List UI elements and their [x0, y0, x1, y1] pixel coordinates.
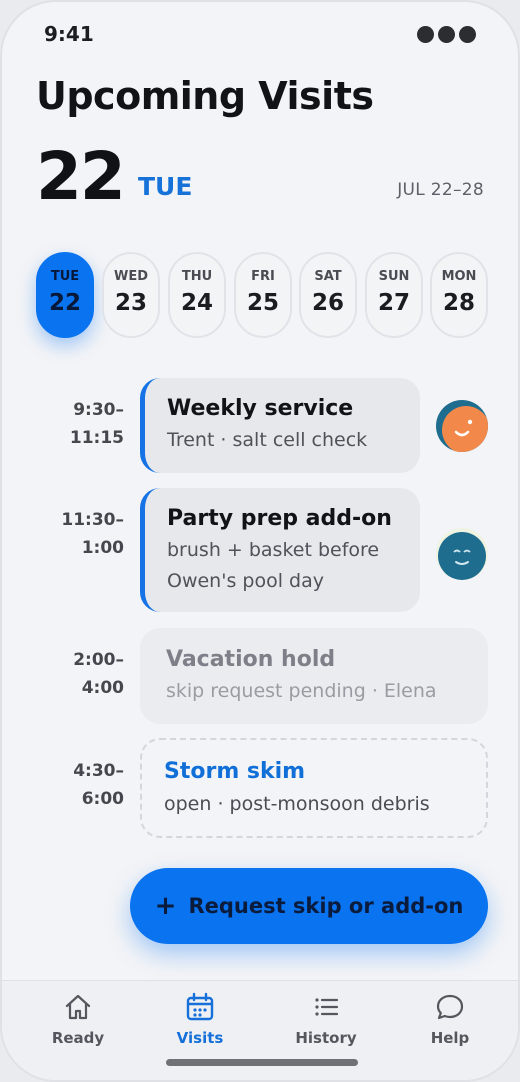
home-indicator[interactable]: [166, 1059, 358, 1066]
visit-end-time: 11:15: [69, 428, 124, 448]
visit-end-time: 4:00: [81, 678, 124, 698]
day-chip-num: 22: [48, 290, 81, 316]
chat-bubble-icon: [436, 994, 464, 1020]
visit-card-vacation-hold[interactable]: Vacation hold skip request pending · Ele…: [140, 628, 488, 724]
visit-detail: open · post-monsoon debris: [164, 793, 430, 815]
day-chip-num: 28: [442, 290, 475, 316]
day-chip-num: 26: [311, 290, 344, 316]
list-icon: [315, 998, 339, 1016]
week-day-picker: TUE 22 WED 23 THU 24 FRI 25 SAT 26 SUN 2…: [36, 252, 488, 338]
visit-detail: brush + basket before: [167, 539, 380, 561]
phone-screen: 9:41 Upcoming Visits 22 TUE JUL 22–28 TU…: [0, 0, 520, 1082]
visit-time: 11:30– 1:00: [36, 506, 124, 562]
day-chip-mon[interactable]: MON 28: [430, 252, 488, 338]
selected-day-of-week: TUE: [138, 172, 193, 201]
visit-title: Storm skim: [164, 759, 306, 784]
visit-detail: skip request pending · Elena: [166, 680, 437, 702]
day-chip-dow: FRI: [251, 269, 275, 284]
tab-label: Visits: [176, 1029, 224, 1047]
visit-card-party-prep[interactable]: Party prep add-on brush + basket before …: [140, 488, 420, 612]
day-chip-num: 27: [377, 290, 410, 316]
selected-day-number: 22: [36, 138, 126, 215]
home-icon: [65, 994, 91, 1020]
visit-time: 2:00– 4:00: [36, 646, 124, 702]
teal-face-avatar[interactable]: [436, 528, 488, 580]
tab-label: Help: [430, 1029, 470, 1047]
calendar-icon: [186, 992, 214, 1021]
tab-ready[interactable]: Ready: [28, 991, 128, 1047]
tab-visits[interactable]: Visits: [150, 991, 250, 1047]
day-chip-num: 25: [246, 290, 279, 316]
day-chip-dow: SAT: [314, 269, 342, 284]
plus-icon: +: [154, 891, 177, 921]
day-chip-sat[interactable]: SAT 26: [299, 252, 357, 338]
visit-card-storm-skim[interactable]: Storm skim open · post-monsoon debris: [140, 738, 488, 838]
tab-help[interactable]: Help: [400, 991, 500, 1047]
tab-label: History: [295, 1029, 357, 1047]
day-chip-dow: MON: [441, 269, 477, 284]
tab-bar: Ready Visits History Help: [2, 980, 518, 1080]
visit-end-time: 1:00: [81, 538, 124, 558]
tab-label: Ready: [51, 1029, 105, 1047]
status-time: 9:41: [44, 22, 94, 46]
day-chip-dow: TUE: [50, 269, 80, 284]
status-bar: 9:41: [44, 22, 476, 48]
day-chip-num: 24: [180, 290, 213, 316]
day-chip-num: 23: [114, 290, 147, 316]
visit-start-time: 9:30–: [73, 400, 124, 420]
visit-title: Party prep add-on: [167, 506, 392, 531]
visit-start-time: 11:30–: [61, 510, 124, 530]
day-chip-sun[interactable]: SUN 27: [365, 252, 423, 338]
day-chip-dow: SUN: [378, 269, 410, 284]
day-chip-thu[interactable]: THU 24: [168, 252, 226, 338]
tab-history[interactable]: History: [276, 991, 376, 1047]
day-chip-dow: WED: [113, 269, 148, 284]
visit-title: Weekly service: [167, 396, 354, 421]
request-skip-label: Request skip or add-on: [188, 894, 464, 918]
visit-card-weekly-service[interactable]: Weekly service Trent · salt cell check: [140, 378, 420, 473]
visit-start-time: 4:30–: [73, 761, 124, 781]
visit-start-time: 2:00–: [73, 650, 124, 670]
visit-detail: Trent · salt cell check: [167, 429, 368, 451]
signal-dots-icon: [417, 26, 476, 43]
request-skip-button[interactable]: + Request skip or add-on: [130, 868, 488, 944]
day-chip-tue[interactable]: TUE 22: [36, 252, 94, 338]
day-chip-wed[interactable]: WED 23: [102, 252, 160, 338]
page-title: Upcoming Visits: [36, 74, 374, 118]
day-chip-fri[interactable]: FRI 25: [234, 252, 292, 338]
week-range: JUL 22–28: [397, 180, 484, 200]
visit-end-time: 6:00: [81, 789, 124, 809]
visit-detail: Owen's pool day: [167, 570, 324, 592]
visit-title: Vacation hold: [166, 647, 336, 672]
visit-time: 4:30– 6:00: [36, 757, 124, 813]
day-chip-dow: THU: [181, 269, 213, 284]
orange-face-avatar[interactable]: [436, 400, 488, 452]
visit-time: 9:30– 11:15: [36, 396, 124, 452]
